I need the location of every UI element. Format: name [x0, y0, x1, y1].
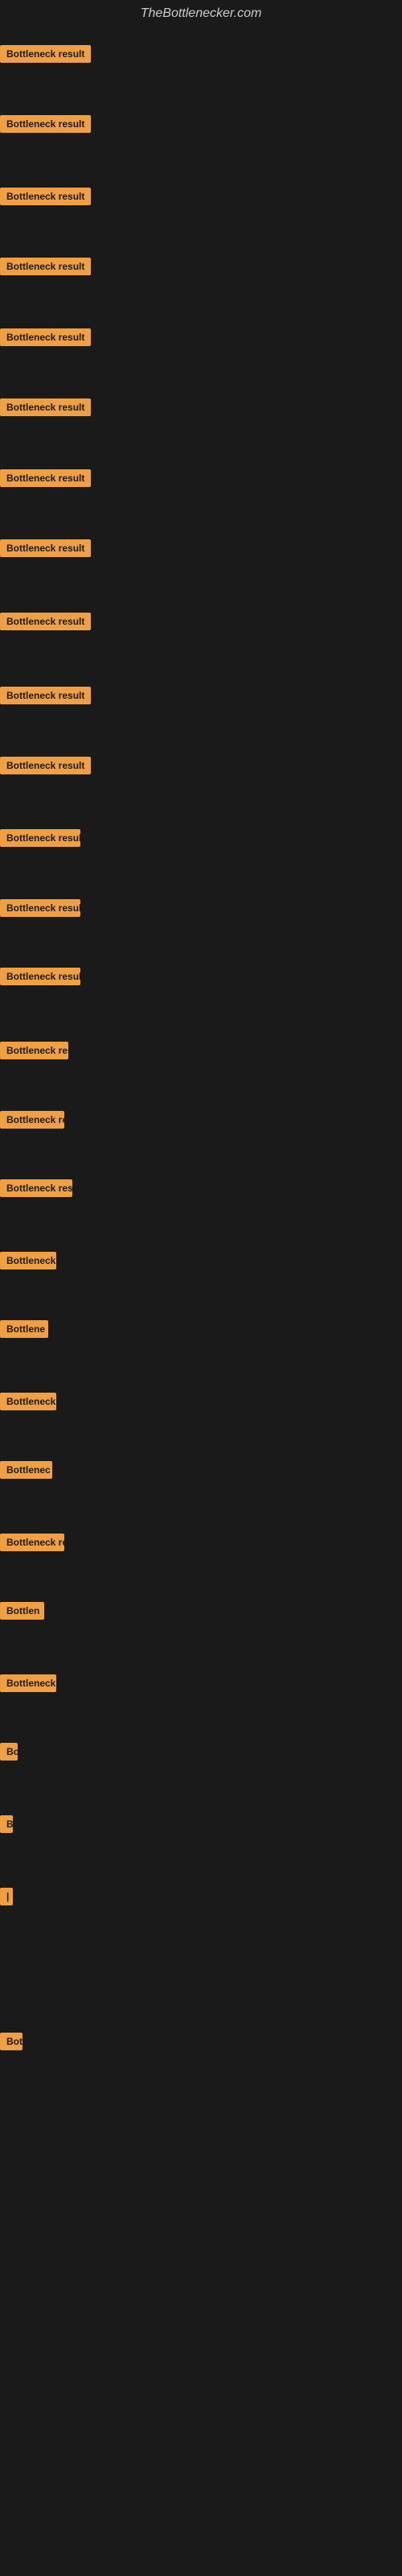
- bottleneck-label: Bottleneck result: [0, 687, 91, 704]
- bottleneck-result-item: Bottleneck resul: [0, 1179, 72, 1201]
- bottleneck-result-item: Bottlenec: [0, 1461, 52, 1483]
- bottleneck-label: Bottleneck re: [0, 1534, 64, 1551]
- bottleneck-result-item: Bottleneck result: [0, 115, 91, 137]
- bottleneck-result-item: Bottleneck result: [0, 829, 80, 851]
- bottleneck-result-item: Bottleneck result: [0, 469, 91, 491]
- bottleneck-label: Bottleneck result: [0, 45, 91, 63]
- site-title: TheBottlenecker.com: [0, 0, 402, 27]
- bottleneck-label: Bottleneck result: [0, 469, 91, 487]
- bottleneck-result-item: Bottleneck: [0, 1252, 56, 1274]
- bottleneck-result-item: Bottleneck result: [0, 687, 91, 708]
- bottleneck-result-item: Bottleneck result: [0, 539, 91, 561]
- bottleneck-result-item: Bottleneck result: [0, 613, 91, 634]
- bottleneck-label: Bottleneck result: [0, 829, 80, 847]
- bottleneck-label: B: [0, 1815, 13, 1833]
- bottleneck-label: Bottlenec: [0, 1461, 52, 1479]
- bottleneck-result-item: B: [0, 1815, 13, 1837]
- bottleneck-result-item: Bottleneck re: [0, 1111, 64, 1133]
- bottleneck-result-item: Bottleneck result: [0, 258, 91, 279]
- bottleneck-label: Bottleneck result: [0, 757, 91, 774]
- bottleneck-result-item: Bottleneck result: [0, 328, 91, 350]
- bottleneck-label: Bo: [0, 1743, 18, 1761]
- bottleneck-result-item: Bottleneck: [0, 1674, 56, 1696]
- bottleneck-label: Bottleneck: [0, 1393, 56, 1410]
- bottleneck-label: Bottleneck result: [0, 539, 91, 557]
- bottleneck-label: Bottleneck result: [0, 613, 91, 630]
- bottleneck-label: Bot: [0, 2033, 23, 2050]
- bottleneck-label: Bottleneck result: [0, 968, 80, 985]
- bottleneck-label: Bottleneck result: [0, 398, 91, 416]
- bottleneck-result-item: Bottleneck result: [0, 757, 91, 778]
- bottleneck-result-item: Bottlene: [0, 1320, 48, 1342]
- bottleneck-label: Bottleneck result: [0, 258, 91, 275]
- bottleneck-label: Bottleneck result: [0, 115, 91, 133]
- bottleneck-result-item: Bottleneck result: [0, 188, 91, 209]
- bottleneck-result-item: Bottleneck result: [0, 45, 91, 67]
- bottleneck-label: |: [0, 1888, 13, 1905]
- bottleneck-result-item: Bottleneck result: [0, 968, 80, 989]
- bottleneck-result-item: Bottleneck result: [0, 899, 80, 921]
- bottleneck-label: Bottlene: [0, 1320, 48, 1338]
- bottleneck-result-item: |: [0, 1888, 13, 1909]
- bottleneck-label: Bottleneck result: [0, 1042, 68, 1059]
- bottleneck-result-item: Bot: [0, 2033, 23, 2054]
- bottleneck-label: Bottleneck result: [0, 899, 80, 917]
- bottleneck-result-item: Bottleneck result: [0, 1042, 68, 1063]
- bottleneck-label: Bottleneck resul: [0, 1179, 72, 1197]
- bottleneck-result-item: Bottleneck: [0, 1393, 56, 1414]
- bottleneck-label: Bottleneck result: [0, 328, 91, 346]
- bottleneck-label: Bottleneck: [0, 1252, 56, 1269]
- bottleneck-label: Bottleneck result: [0, 188, 91, 205]
- bottleneck-result-item: Bottlen: [0, 1602, 44, 1624]
- bottleneck-label: Bottleneck re: [0, 1111, 64, 1129]
- bottleneck-label: Bottlen: [0, 1602, 44, 1620]
- bottleneck-result-item: Bottleneck result: [0, 398, 91, 420]
- bottleneck-result-item: Bo: [0, 1743, 18, 1765]
- bottleneck-label: Bottleneck: [0, 1674, 56, 1692]
- bottleneck-result-item: Bottleneck re: [0, 1534, 64, 1555]
